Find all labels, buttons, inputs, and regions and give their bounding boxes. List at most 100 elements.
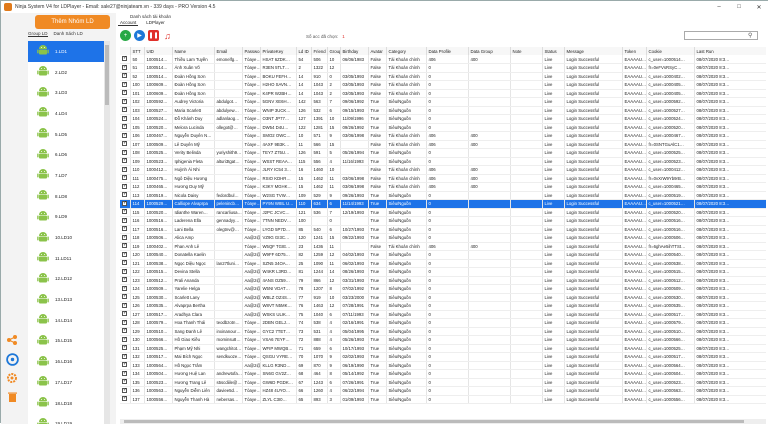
row-checkbox[interactable] [120, 335, 131, 345]
table-row[interactable]: 1261000535…Alvaprpa Bertha Aa@2@…W8VT N5M… [120, 301, 766, 311]
table-row[interactable]: 1001000609…Đoàn Hồng Sơn Tòaye…H2HO SAVN…… [120, 80, 766, 90]
row-checkbox[interactable] [120, 352, 131, 362]
table-row[interactable]: 1341000504…Hương Huệ Lanandrewtofa…Tòaye… [120, 369, 766, 379]
add-group-button[interactable]: Thêm Nhóm LD [35, 15, 110, 29]
row-checkbox[interactable] [120, 89, 131, 98]
close-icon[interactable]: ✕ [749, 1, 768, 13]
column-header[interactable]: Data Group [468, 47, 511, 55]
table-row[interactable]: 1281000579…Hoa Thanh Tháiteodbzotn…Tòaye… [120, 318, 766, 328]
tab-ld-list[interactable]: Danh Sách LD [54, 31, 83, 37]
column-header[interactable]: Ld ID [296, 47, 312, 55]
column-header[interactable]: STT [130, 47, 145, 55]
table-row[interactable]: 1171000516…Lani Bellaolegtnv@…Tòaye…LYGD… [120, 225, 766, 234]
ld-list-item[interactable]: 8.LD8 [28, 186, 106, 207]
column-header[interactable]: Note [510, 47, 543, 55]
share-icon[interactable] [5, 333, 19, 347]
row-checkbox[interactable] [120, 344, 131, 353]
row-checkbox[interactable] [120, 123, 131, 132]
row-checkbox[interactable] [120, 55, 131, 64]
row-checkbox[interactable] [120, 233, 131, 243]
column-header[interactable]: Passwo... [242, 47, 261, 55]
table-row[interactable]: 1241000509…Yarelie Helga Aa@2@…W5NI VDAT…… [120, 284, 766, 294]
row-checkbox[interactable] [120, 259, 131, 268]
table-row[interactable]: 1271000517…Aradhya Clara Aa@2@…WSKS ULIK…… [120, 310, 766, 319]
row-checkbox[interactable] [120, 293, 131, 302]
table-row[interactable]: 511000514…Ánh Xuân Võ Tòaye…R3EN 5TLT…213… [120, 63, 766, 73]
row-checkbox[interactable] [120, 216, 131, 226]
table-row[interactable]: 1291000510…Sang Đanh Lêinxinanour…Tòaye…… [120, 327, 766, 336]
table-row[interactable]: 1061000467…Nguyễn Duyên N… Tòaye…SMO2 OWC… [120, 131, 766, 141]
table-row[interactable]: 501000514…Thiều Lam Tuyềnemonelfg…Tòaye…… [120, 55, 766, 64]
column-header[interactable]: Message [564, 47, 623, 55]
ld-list-item[interactable]: 15.LD15 [28, 331, 106, 352]
ld-list-item[interactable]: 6.LD6 [28, 144, 106, 165]
ld-list-item[interactable]: 14.LD14 [28, 310, 106, 331]
tiktok-icon[interactable]: ♫ [162, 30, 173, 41]
row-checkbox[interactable] [120, 63, 131, 73]
column-header[interactable]: PrivateKey [260, 47, 297, 55]
table-row[interactable]: 1311000525…Phạm Mỹ Nhiwangchitot…Tòaye…W… [120, 344, 766, 353]
table-row[interactable]: 1161000516…Laderena Ellagennadyy…Tòaye…7… [120, 216, 766, 226]
table-row[interactable]: 1321000517…Mai Bích Ngọcsendkuoze…Tòaye…… [120, 352, 766, 362]
table-row[interactable]: 1181000506…Alica AmpAa@2@…VZ9G GI3C…1201… [120, 233, 766, 243]
table-row[interactable]: 1031000527…Maria Scarlettabdulyew…Tòaye…… [120, 106, 766, 115]
row-checkbox[interactable] [120, 182, 131, 192]
row-checkbox[interactable] [120, 327, 131, 336]
table-row[interactable]: 1071000509…Lê Duyên Mỹ Tòaye…4AXF 9B3K…11… [120, 140, 766, 149]
row-checkbox[interactable] [120, 369, 131, 379]
maximize-icon[interactable]: □ [729, 1, 749, 13]
column-header[interactable]: Data Profile [426, 47, 469, 55]
tab-ldplayer[interactable]: LDPlayer [144, 20, 167, 26]
row-checkbox[interactable] [120, 106, 131, 115]
column-header[interactable] [120, 47, 131, 55]
ld-list-item[interactable]: 10.LD10 [28, 227, 106, 248]
column-header[interactable]: Category [386, 47, 427, 55]
column-header[interactable]: Last Run [694, 47, 766, 55]
row-checkbox[interactable] [120, 250, 131, 260]
column-header[interactable]: Status [542, 47, 565, 55]
row-checkbox[interactable] [120, 276, 131, 285]
row-checkbox[interactable] [120, 318, 131, 328]
ld-list-item[interactable]: 11.LD11 [28, 248, 106, 269]
row-checkbox[interactable] [120, 301, 131, 311]
table-row[interactable]: 1091000523…Iphigenia Fletaalturi3tgat…Tò… [120, 157, 766, 166]
stop-icon[interactable]: ❚❚ [148, 30, 159, 41]
row-checkbox[interactable] [120, 395, 131, 404]
table-row[interactable]: 1331000564…Hồ Ngọc Trâm Aa@2@…KLLG R3ND…6… [120, 361, 766, 370]
ld-list-item[interactable]: 7.LD7 [28, 165, 106, 186]
table-row[interactable]: 1191000402…Phan Anh Lê Tòaye…W5QF TGIE…23… [120, 242, 766, 251]
table-row[interactable]: 1201000540…Donatella KaelinAa@2@…W9FF 6D… [120, 250, 766, 260]
table-row[interactable]: 1231000512…Prali Ananda Aa@2@…4ANS OZ59…7… [120, 276, 766, 285]
add-icon[interactable]: + [120, 30, 131, 41]
row-checkbox[interactable] [120, 157, 131, 166]
row-checkbox[interactable] [120, 284, 131, 294]
ld-list-scrollbar[interactable] [104, 41, 110, 424]
row-checkbox[interactable] [120, 361, 131, 370]
column-header[interactable]: UID [144, 47, 173, 55]
table-row[interactable]: 1151000520…Idianthe Waren…rancarliusa…Tò… [120, 208, 766, 217]
table-row[interactable]: 1011000609…Đoàn Hồng Sơn Tòaye…K4PR W2BH…… [120, 89, 766, 98]
row-checkbox[interactable] [120, 131, 131, 141]
ld-list-item[interactable]: 5.LD5 [28, 124, 106, 145]
table-row[interactable]: 1351000523…Hương Trang Lês5scdiile@…Tòay… [120, 378, 766, 387]
row-checkbox[interactable] [120, 114, 131, 124]
column-header[interactable]: Email [214, 47, 243, 55]
column-header[interactable]: Cookie [646, 47, 695, 55]
play-icon[interactable]: ▶ [134, 30, 145, 41]
minimize-icon[interactable]: – [709, 1, 729, 13]
column-header[interactable]: Name [172, 47, 215, 55]
column-header[interactable]: Token [622, 47, 647, 55]
search-icon[interactable]: ⚲ [748, 32, 752, 39]
settings-icon[interactable] [5, 371, 19, 385]
column-header[interactable]: Friend [311, 47, 328, 55]
column-header[interactable]: Avatar [368, 47, 387, 55]
ld-list-item[interactable]: 17.LD17 [28, 372, 106, 393]
table-row[interactable]: 1251000530…Scarlett Lany Aa@2@…WBLZ OZ4S…… [120, 293, 766, 302]
table-row[interactable]: 1101000412…Huỳnh Ái Nhi Tòaye…JLRY IC54 3… [120, 165, 766, 175]
table-row[interactable]: 1371000556…Nguyễn Thanh Hànebersas…Tòaye… [120, 395, 766, 404]
row-checkbox[interactable] [120, 72, 131, 81]
table-row[interactable]: 1211000538…Ngọc Diệu Ngọclan27tluni…Tòay… [120, 259, 766, 268]
row-checkbox[interactable] [120, 165, 131, 175]
tab-account[interactable]: Account [118, 20, 139, 26]
ld-list-item[interactable]: 9.LD9 [28, 207, 106, 228]
